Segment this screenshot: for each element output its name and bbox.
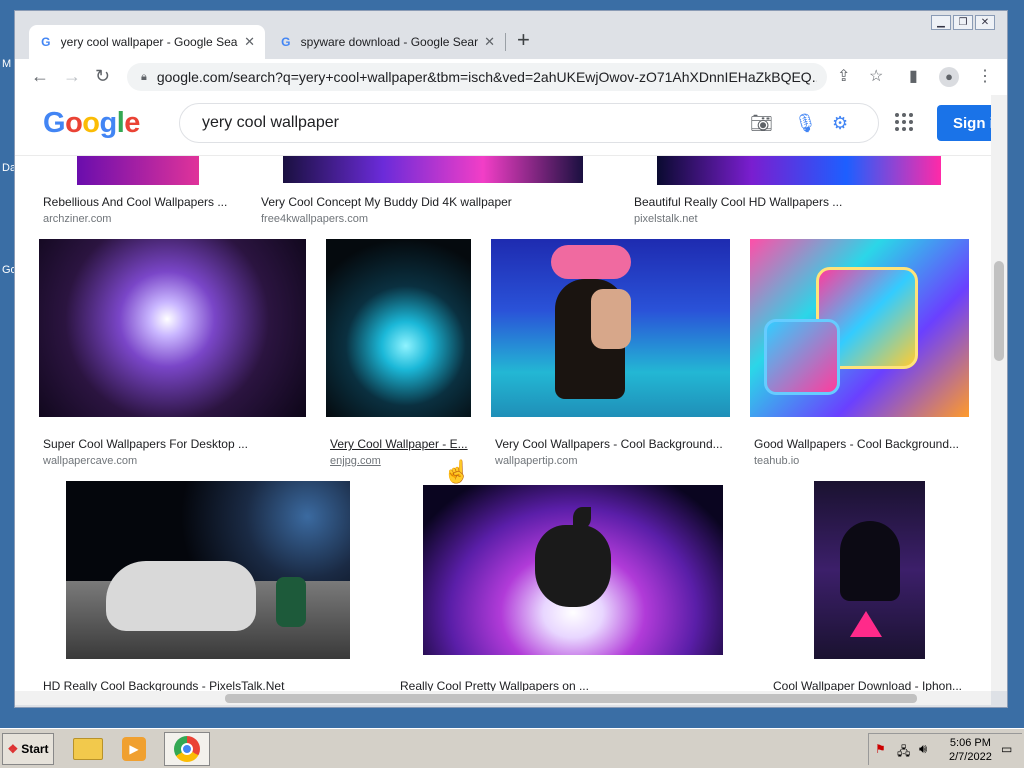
- reload-icon[interactable]: ↻: [95, 65, 110, 87]
- tab-title: yery cool wallpaper - Google Search: [60, 35, 239, 49]
- share-icon[interactable]: ⇪: [837, 67, 850, 87]
- camera-icon[interactable]: 📷︎: [750, 112, 773, 134]
- result-source[interactable]: archziner.com: [43, 213, 111, 225]
- action-center-flag-icon[interactable]: ⚑: [875, 742, 886, 756]
- google-header: Google 📷︎ 🎙︎ ⚙ Sign in: [15, 95, 991, 156]
- result-thumbnail[interactable]: [814, 481, 925, 659]
- chrome-taskbar-icon[interactable]: [164, 732, 210, 766]
- tab-google-search-active[interactable]: G yery cool wallpaper - Google Search ✕: [29, 25, 265, 59]
- apps-grid-icon[interactable]: [895, 113, 913, 131]
- volume-icon[interactable]: 🔊︎: [919, 741, 927, 757]
- hand-cursor-icon: ☝: [443, 459, 471, 484]
- address-bar[interactable]: 🔒︎ google.com/search?q=yery+cool+wallpap…: [127, 63, 827, 91]
- result-caption[interactable]: Very Cool Wallpaper - E...: [330, 437, 468, 451]
- result-caption[interactable]: Cool Wallpaper Download - Iphon...: [773, 679, 962, 691]
- google-logo[interactable]: Google: [43, 107, 140, 140]
- result-source[interactable]: teahub.io: [754, 455, 799, 467]
- google-favicon-icon: G: [281, 35, 291, 49]
- forward-icon[interactable]: →: [63, 65, 81, 87]
- lock-icon: 🔒︎: [141, 70, 147, 83]
- show-desktop-icon[interactable]: ▭: [1001, 742, 1012, 756]
- windows-logo-icon: ❖: [7, 742, 19, 756]
- media-player-taskbar-icon[interactable]: ▶: [116, 732, 152, 766]
- result-source[interactable]: wallpapertip.com: [495, 455, 578, 467]
- result-caption[interactable]: Really Cool Pretty Wallpapers on ...: [400, 679, 589, 691]
- result-caption[interactable]: Rebellious And Cool Wallpapers ...: [43, 195, 227, 209]
- start-label: Start: [21, 742, 49, 756]
- system-clock[interactable]: 5:06 PM 2/7/2022: [949, 736, 992, 764]
- result-caption[interactable]: Beautiful Really Cool HD Wallpapers ...: [634, 195, 842, 209]
- result-thumbnail[interactable]: [283, 155, 583, 183]
- sign-in-button[interactable]: Sign in: [937, 105, 991, 141]
- result-thumbnail[interactable]: [66, 481, 350, 659]
- horizontal-scrollbar[interactable]: [15, 691, 991, 705]
- result-thumbnail[interactable]: [326, 239, 471, 417]
- new-tab-button[interactable]: +: [517, 29, 530, 51]
- result-caption[interactable]: Super Cool Wallpapers For Desktop ...: [43, 437, 248, 451]
- result-caption[interactable]: Very Cool Wallpapers - Cool Background..…: [495, 437, 723, 451]
- browser-window: ▁ ❐ ✕ G yery cool wallpaper - Google Sea…: [14, 10, 1008, 708]
- tab-title: spyware download - Google Search: [300, 35, 479, 49]
- page-content: Google 📷︎ 🎙︎ ⚙ Sign in Rebellious And Co…: [15, 95, 991, 691]
- result-source[interactable]: wallpapercave.com: [43, 455, 137, 467]
- google-favicon-icon: G: [41, 35, 51, 49]
- network-icon[interactable]: 🖧︎: [897, 742, 910, 763]
- result-thumbnail[interactable]: [423, 485, 723, 655]
- search-icon[interactable]: ⚙: [832, 112, 848, 134]
- result-source[interactable]: enjpg.com: [330, 455, 381, 467]
- result-thumbnail[interactable]: [39, 239, 306, 417]
- bookmark-star-icon[interactable]: ☆: [869, 67, 883, 87]
- close-tab-icon[interactable]: ✕: [484, 34, 495, 50]
- profile-avatar-icon[interactable]: ●: [939, 67, 959, 87]
- vertical-scroll-thumb[interactable]: [994, 261, 1004, 361]
- desktop-icon-label: M: [2, 58, 12, 70]
- side-panel-icon[interactable]: ▮: [909, 67, 918, 87]
- clock-date: 2/7/2022: [949, 751, 992, 763]
- horizontal-scroll-thumb[interactable]: [225, 694, 917, 703]
- back-icon[interactable]: ←: [31, 65, 49, 87]
- result-thumbnail[interactable]: [750, 239, 969, 417]
- result-caption[interactable]: Very Cool Concept My Buddy Did 4K wallpa…: [261, 195, 512, 209]
- result-thumbnail[interactable]: [491, 239, 730, 417]
- file-explorer-taskbar-icon[interactable]: [70, 732, 106, 766]
- browser-toolbar: ← → ↻ 🔒︎ google.com/search?q=yery+cool+w…: [15, 59, 1007, 95]
- search-input[interactable]: [200, 113, 724, 133]
- taskbar: ❖ Start ▶ ⚑ 🖧︎ 🔊︎ 5:06 PM 2/7/2022 ▭: [0, 728, 1024, 768]
- microphone-icon[interactable]: 🎙︎: [794, 112, 817, 134]
- clock-time: 5:06 PM: [949, 737, 991, 749]
- start-button[interactable]: ❖ Start: [2, 733, 54, 765]
- search-box[interactable]: 📷︎ 🎙︎ ⚙: [179, 103, 879, 143]
- tab-google-search[interactable]: G spyware download - Google Search ✕: [269, 25, 505, 59]
- result-caption[interactable]: Good Wallpapers - Cool Background...: [754, 437, 959, 451]
- result-thumbnail[interactable]: [657, 155, 941, 185]
- result-source[interactable]: pixelstalk.net: [634, 213, 698, 225]
- result-source[interactable]: free4kwallpapers.com: [261, 213, 368, 225]
- close-tab-icon[interactable]: ✕: [244, 34, 255, 50]
- address-url: google.com/search?q=yery+cool+wallpaper&…: [156, 69, 817, 85]
- system-tray: ⚑ 🖧︎ 🔊︎ 5:06 PM 2/7/2022 ▭: [868, 733, 1022, 765]
- vertical-scrollbar[interactable]: [991, 95, 1007, 691]
- tab-strip: G yery cool wallpaper - Google Search ✕ …: [15, 11, 1007, 59]
- menu-kebab-icon[interactable]: ⋮: [977, 67, 993, 87]
- result-caption[interactable]: HD Really Cool Backgrounds - PixelsTalk.…: [43, 679, 284, 691]
- result-thumbnail[interactable]: [77, 155, 199, 185]
- tab-divider: [505, 33, 506, 51]
